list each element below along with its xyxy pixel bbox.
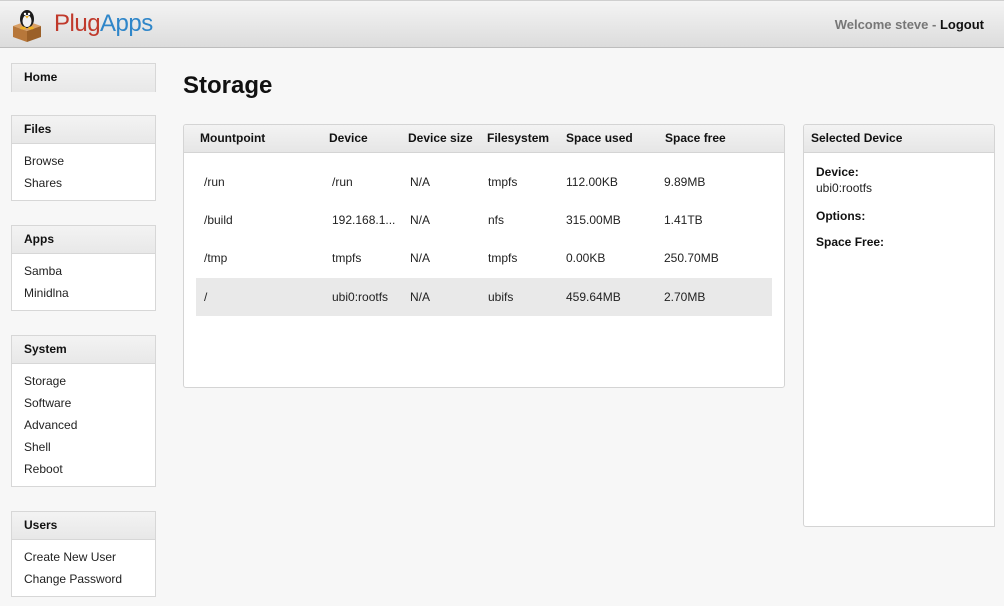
sidebar-group-users: Users Create New User Change Password	[11, 511, 156, 597]
sidebar-home: Home	[11, 63, 156, 92]
detail-device: Device: ubi0:rootfs	[816, 164, 872, 196]
column-header-mountpoint[interactable]: Mountpoint	[200, 125, 265, 152]
cell-space-used: 112.00KB	[566, 175, 618, 189]
page-title: Storage	[183, 72, 273, 99]
cell-space-free: 2.70MB	[664, 290, 706, 304]
table-row[interactable]: /run /run N/A tmpfs 112.00KB 9.89MB	[196, 163, 772, 201]
cell-space-free: 1.41TB	[664, 213, 703, 227]
sidebar-group-title-users: Users	[12, 512, 155, 540]
cell-space-used: 459.64MB	[566, 290, 621, 304]
cell-device-size: N/A	[410, 213, 431, 227]
sidebar-item-home[interactable]: Home	[12, 64, 155, 92]
cell-filesystem: nfs	[488, 213, 505, 227]
sidebar-item-minidlna[interactable]: Minidlna	[24, 284, 155, 306]
sidebar-item-browse[interactable]: Browse	[24, 152, 155, 174]
cell-space-free: 9.89MB	[664, 175, 706, 189]
sidebar-item-samba[interactable]: Samba	[24, 262, 155, 284]
tux-on-box-logo-icon[interactable]	[10, 6, 44, 42]
cell-device-size: N/A	[410, 251, 431, 265]
selected-device-title: Selected Device	[804, 125, 994, 153]
detail-device-label: Device:	[816, 165, 859, 179]
sidebar-group-apps: Apps Samba Minidlna	[11, 225, 156, 311]
sidebar-group-title-files: Files	[12, 116, 155, 144]
column-header-space-free[interactable]: Space free	[665, 125, 726, 152]
detail-options-label: Options:	[816, 209, 866, 223]
brand-part-plug: Plug	[54, 10, 101, 37]
cell-mountpoint: /	[204, 290, 208, 304]
cell-mountpoint: /run	[204, 175, 225, 189]
table-header: Mountpoint Device Device size Filesystem…	[184, 125, 784, 153]
sidebar-group-files: Files Browse Shares	[11, 115, 156, 201]
cell-device: tmpfs	[332, 251, 362, 265]
cell-filesystem: tmpfs	[488, 251, 518, 265]
table-row[interactable]: /build 192.168.1... N/A nfs 315.00MB 1.4…	[196, 201, 772, 239]
cell-space-free: 250.70MB	[664, 251, 719, 265]
cell-mountpoint: /tmp	[204, 251, 228, 265]
cell-space-used: 0.00KB	[566, 251, 606, 265]
column-header-device-size[interactable]: Device size	[408, 125, 473, 152]
welcome-text: Welcome steve -	[834, 17, 940, 32]
welcome-area: Welcome steve - Logout	[835, 17, 984, 32]
cell-filesystem: ubifs	[488, 290, 514, 304]
brand-part-apps: Apps	[100, 10, 153, 37]
top-bar: PlugApps Welcome steve - Logout	[0, 0, 1004, 48]
sidebar-item-software[interactable]: Software	[24, 394, 155, 416]
column-header-filesystem[interactable]: Filesystem	[487, 125, 549, 152]
table-row[interactable]: /tmp tmpfs N/A tmpfs 0.00KB 250.70MB	[196, 239, 772, 277]
detail-space-free-label: Space Free:	[816, 235, 885, 249]
cell-filesystem: tmpfs	[488, 175, 518, 189]
selected-device-panel: Selected Device Device: ubi0:rootfs Opti…	[803, 124, 995, 527]
cell-device-size: N/A	[410, 290, 431, 304]
storage-table: Mountpoint Device Device size Filesystem…	[183, 124, 785, 388]
sidebar-item-shares[interactable]: Shares	[24, 174, 155, 196]
sidebar-item-shell[interactable]: Shell	[24, 438, 155, 460]
cell-device: 192.168.1...	[332, 213, 396, 227]
sidebar-item-storage[interactable]: Storage	[24, 372, 155, 394]
logout-link[interactable]: Logout	[940, 17, 984, 32]
brand-name[interactable]: PlugApps	[54, 10, 153, 38]
detail-device-value: ubi0:rootfs	[816, 181, 873, 195]
sidebar-group-title-system: System	[12, 336, 155, 364]
cell-device: /run	[332, 175, 353, 189]
cell-device-size: N/A	[410, 175, 431, 189]
sidebar-group-title-apps: Apps	[12, 226, 155, 254]
cell-mountpoint: /build	[204, 213, 233, 227]
cell-device: ubi0:rootfs	[332, 290, 389, 304]
sidebar-item-create-new-user[interactable]: Create New User	[24, 548, 155, 570]
sidebar-item-change-password[interactable]: Change Password	[24, 570, 155, 592]
table-row-selected[interactable]: / ubi0:rootfs N/A ubifs 459.64MB 2.70MB	[196, 278, 772, 316]
sidebar-group-system: System Storage Software Advanced Shell R…	[11, 335, 156, 487]
column-header-device[interactable]: Device	[329, 125, 368, 152]
sidebar-item-reboot[interactable]: Reboot	[24, 460, 155, 482]
cell-space-used: 315.00MB	[566, 213, 621, 227]
column-header-space-used[interactable]: Space used	[566, 125, 633, 152]
sidebar-item-advanced[interactable]: Advanced	[24, 416, 155, 438]
